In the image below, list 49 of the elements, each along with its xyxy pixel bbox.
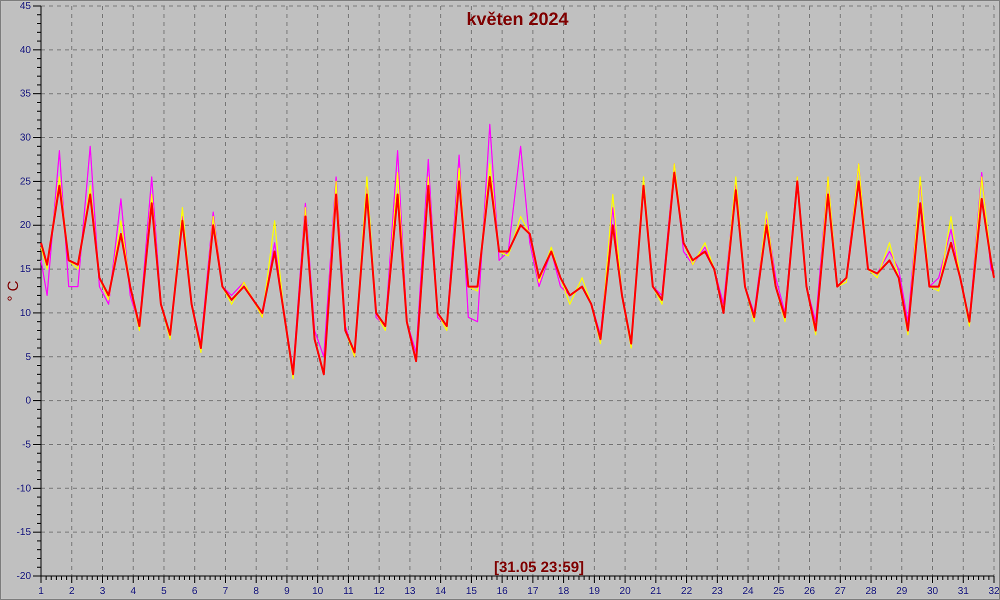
tick-label: 28	[865, 586, 877, 597]
tick-label: 40	[20, 44, 31, 56]
tick-label: 6	[192, 586, 198, 597]
tick-label: 11	[343, 586, 354, 597]
tick-label: 14	[435, 586, 446, 597]
tick-label: 5	[25, 352, 31, 363]
tick-label: 13	[404, 586, 416, 597]
tick-label: 2	[68, 586, 75, 597]
tick-label: 4	[130, 586, 136, 597]
tick-label: 15	[466, 586, 477, 597]
tick-label: 23	[712, 586, 723, 597]
tick-label: 0	[25, 396, 31, 407]
tick-label: 30	[20, 132, 31, 144]
tick-label: 16	[496, 586, 508, 597]
tick-label: 12	[374, 586, 385, 597]
tick-label: -15	[16, 527, 31, 538]
tick-label: 22	[681, 586, 692, 597]
tick-label: 31	[958, 586, 969, 597]
tick-label: 30	[926, 586, 938, 597]
tick-label: 45	[20, 1, 31, 12]
tick-label: 29	[896, 586, 908, 597]
tick-label: 3	[100, 586, 106, 597]
tick-label: -20	[16, 571, 31, 582]
tick-label: 18	[558, 586, 570, 597]
tick-label: 10	[20, 308, 31, 319]
tick-label: 1	[38, 586, 44, 597]
tick-label: 9	[284, 586, 290, 597]
tick-label: 5	[161, 586, 167, 597]
chart-title: květen 2024	[466, 9, 569, 29]
tick-label: 24	[742, 586, 754, 597]
tick-label: 25	[20, 176, 31, 188]
tick-label: 19	[588, 586, 600, 597]
tick-label: 32	[988, 586, 999, 597]
tick-label: 35	[20, 88, 31, 100]
tick-label: 27	[834, 586, 846, 597]
tick-label: 15	[20, 264, 31, 276]
tick-label: 8	[253, 586, 259, 597]
tick-label: 20	[20, 220, 31, 232]
tick-label: 20	[620, 586, 631, 597]
tick-label: 25	[773, 586, 784, 597]
tick-label: -5	[22, 439, 31, 450]
tick-label: 26	[804, 586, 816, 597]
timestamp-label: [31.05 23:59]	[494, 559, 584, 576]
axis-label: ° C	[5, 280, 22, 302]
tick-label: 7	[222, 586, 228, 597]
tick-label: -10	[16, 483, 31, 494]
tick-label: 10	[312, 586, 324, 597]
tick-label: 21	[650, 586, 662, 597]
tick-label: 17	[527, 586, 538, 597]
